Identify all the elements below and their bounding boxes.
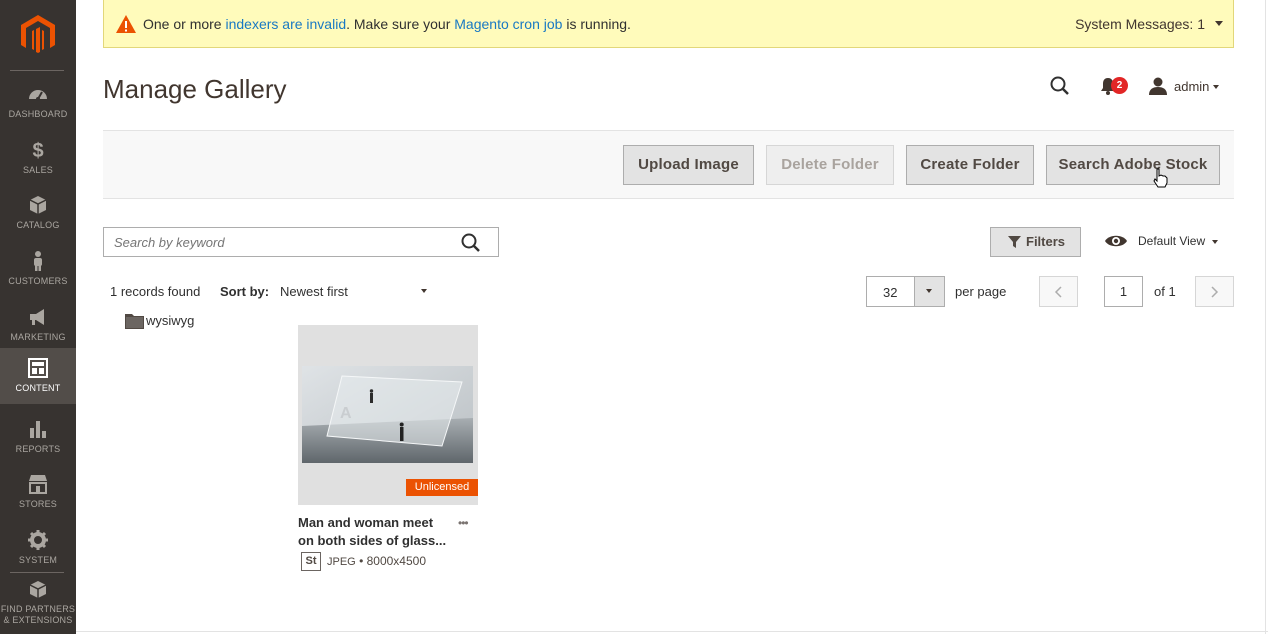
system-message-prefix: One or more bbox=[143, 16, 226, 32]
per-page-label: per page bbox=[955, 284, 1007, 299]
search-icon[interactable] bbox=[1049, 75, 1071, 97]
chevron-right-icon bbox=[1211, 286, 1219, 298]
person-icon bbox=[34, 251, 42, 271]
sidebar-item-stores[interactable]: STORES bbox=[0, 467, 76, 523]
storefront-icon bbox=[29, 475, 47, 494]
sidebar-item-label: MARKETING bbox=[10, 332, 66, 342]
image-meta: JPEG • 8000x4500 bbox=[327, 554, 426, 568]
sidebar-item-sales[interactable]: $ SALES bbox=[0, 133, 76, 189]
image-thumbnail[interactable]: A Unlicensed bbox=[298, 325, 478, 505]
search-icon[interactable] bbox=[460, 232, 482, 254]
filters-button[interactable]: Filters bbox=[990, 227, 1081, 257]
sidebar-item-reports[interactable]: REPORTS bbox=[0, 412, 76, 468]
funnel-icon bbox=[1008, 236, 1021, 248]
user-icon[interactable] bbox=[1148, 76, 1168, 96]
upload-image-button[interactable]: Upload Image bbox=[623, 145, 754, 185]
chevron-down-icon bbox=[926, 289, 932, 293]
sidebar-item-label: FIND PARTNERS & EXTENSIONS bbox=[0, 604, 76, 626]
adobe-stock-source-badge: St bbox=[301, 552, 321, 571]
sidebar-item-label: DASHBOARD bbox=[8, 109, 68, 119]
search-input[interactable] bbox=[114, 235, 454, 250]
chevron-down-icon[interactable] bbox=[421, 289, 427, 293]
image-file-type: JPEG bbox=[327, 556, 356, 568]
system-message-suffix: is running. bbox=[562, 16, 631, 32]
sidebar-item-label: CATALOG bbox=[16, 220, 60, 230]
dashboard-icon bbox=[29, 90, 47, 101]
sidebar-item-label: CONTENT bbox=[15, 383, 61, 393]
image-title-line1: Man and woman meet bbox=[298, 515, 434, 530]
magento-logo[interactable] bbox=[19, 14, 57, 56]
create-folder-button[interactable]: Create Folder bbox=[906, 145, 1034, 185]
chevron-down-icon[interactable] bbox=[1213, 85, 1219, 89]
system-message-bar: One or more indexers are invalid. Make s… bbox=[103, 0, 1234, 48]
sidebar-item-label: SALES bbox=[22, 165, 54, 175]
sidebar-item-label: STORES bbox=[18, 499, 58, 509]
sidebar-item-label-line1: FIND PARTNERS bbox=[0, 604, 76, 614]
page-total: of 1 bbox=[1154, 284, 1176, 299]
image-title[interactable]: Man and woman meet on both sides of glas… bbox=[298, 514, 456, 550]
warning-icon bbox=[116, 15, 136, 33]
sidebar-item-find-partners[interactable]: FIND PARTNERS & EXTENSIONS bbox=[0, 574, 76, 634]
megaphone-icon bbox=[30, 309, 44, 325]
svg-text:A: A bbox=[340, 405, 352, 422]
sidebar-item-catalog[interactable]: CATALOG bbox=[0, 188, 76, 244]
sidebar-item-customers[interactable]: CUSTOMERS bbox=[0, 244, 76, 300]
previous-page-button[interactable] bbox=[1039, 276, 1078, 307]
stock-image-preview: A bbox=[302, 366, 473, 463]
eye-icon[interactable] bbox=[1104, 233, 1128, 249]
next-page-button[interactable] bbox=[1195, 276, 1234, 307]
bar-chart-icon bbox=[30, 421, 46, 438]
notification-count-badge[interactable]: 2 bbox=[1111, 77, 1128, 94]
cube-icon bbox=[29, 196, 47, 214]
sidebar-item-content[interactable]: CONTENT bbox=[0, 348, 76, 404]
boxes-icon bbox=[29, 581, 47, 598]
per-page-toggle[interactable] bbox=[914, 277, 944, 306]
system-messages-toggle[interactable]: System Messages: 1 bbox=[1075, 16, 1205, 32]
system-message-text: One or more indexers are invalid. Make s… bbox=[143, 16, 631, 32]
per-page-select[interactable]: 32 bbox=[866, 276, 945, 307]
sidebar-divider bbox=[10, 70, 64, 71]
image-dimensions: 8000x4500 bbox=[366, 554, 426, 568]
delete-folder-button[interactable]: Delete Folder bbox=[766, 145, 894, 185]
sidebar-item-label: CUSTOMERS bbox=[8, 276, 68, 286]
records-count: 1 records found bbox=[110, 284, 201, 299]
chevron-left-icon bbox=[1054, 286, 1062, 298]
filters-label: Filters bbox=[1026, 234, 1066, 249]
scrollbar-track[interactable] bbox=[1265, 0, 1266, 634]
sort-by-select[interactable]: Newest first bbox=[280, 284, 348, 299]
current-page-input[interactable]: 1 bbox=[1104, 276, 1143, 307]
page-bottom-divider bbox=[76, 631, 1268, 632]
sidebar-item-label: REPORTS bbox=[15, 444, 61, 454]
search-adobe-stock-button[interactable]: Search Adobe Stock bbox=[1046, 145, 1220, 185]
indexers-link[interactable]: indexers are invalid bbox=[225, 16, 346, 32]
hand-cursor-icon bbox=[1153, 168, 1168, 188]
admin-user-menu[interactable]: admin bbox=[1174, 79, 1209, 94]
sidebar-item-label: SYSTEM bbox=[18, 555, 58, 565]
layout-icon bbox=[28, 358, 48, 378]
per-page-value: 32 bbox=[883, 285, 898, 300]
gear-icon bbox=[28, 530, 48, 550]
meta-separator: • bbox=[355, 554, 367, 568]
image-title-line2: on both sides of glass... bbox=[298, 533, 447, 548]
sidebar-item-label-line2: & EXTENSIONS bbox=[3, 615, 73, 625]
dollar-icon: $ bbox=[32, 140, 43, 161]
cron-job-link[interactable]: Magento cron job bbox=[454, 16, 562, 32]
page-title: Manage Gallery bbox=[103, 74, 287, 104]
default-view-dropdown[interactable]: Default View bbox=[1138, 234, 1205, 248]
svg-text:$: $ bbox=[32, 140, 43, 161]
sidebar-divider bbox=[10, 572, 64, 573]
system-message-middle: . Make sure your bbox=[346, 16, 455, 32]
folder-icon[interactable] bbox=[125, 312, 144, 329]
keyword-search-box bbox=[103, 227, 499, 257]
admin-sidebar: DASHBOARD $ SALES CATALOG CUSTOMERS MARK… bbox=[0, 0, 76, 634]
sort-by-label: Sort by: bbox=[220, 284, 270, 299]
chevron-down-icon[interactable] bbox=[1212, 240, 1218, 244]
folder-tree-item-wysiwyg[interactable]: wysiwyg bbox=[146, 313, 194, 328]
sidebar-item-system[interactable]: SYSTEM bbox=[0, 523, 76, 579]
sidebar-item-dashboard[interactable]: DASHBOARD bbox=[0, 77, 76, 133]
chevron-down-icon[interactable] bbox=[1215, 21, 1223, 26]
more-options-icon[interactable]: ••• bbox=[458, 516, 469, 530]
unlicensed-badge: Unlicensed bbox=[406, 479, 478, 496]
